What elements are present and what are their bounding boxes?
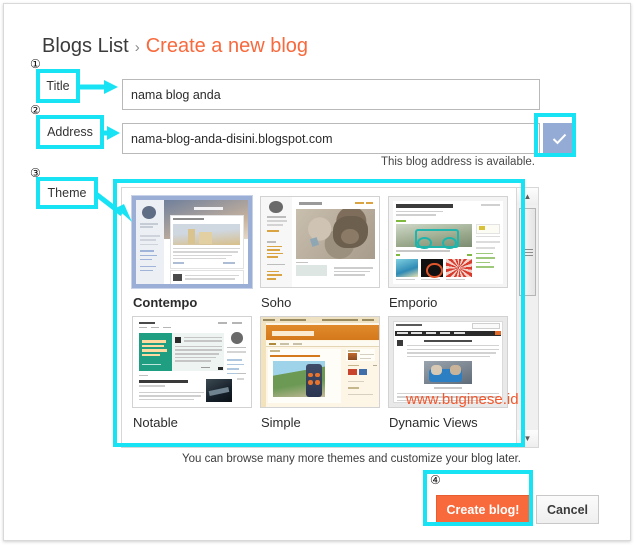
breadcrumb-separator-icon: › [134, 39, 140, 56]
annotation-label-theme: Theme [36, 177, 98, 209]
theme-name: Dynamic Views [389, 415, 478, 430]
theme-card-soho[interactable]: Soho [260, 196, 388, 310]
theme-grid: Contempo Soho Emporio Notable Simple Dyn… [122, 188, 516, 447]
title-input[interactable] [122, 79, 540, 110]
theme-thumbnail-notable[interactable] [132, 316, 252, 408]
address-input[interactable] [122, 123, 540, 154]
annotation-label-title: Title [36, 69, 80, 103]
cancel-button[interactable]: Cancel [536, 495, 599, 524]
theme-name: Soho [261, 295, 292, 310]
breadcrumb: Blogs List › Create a new blog [42, 35, 308, 58]
theme-card-contempo[interactable]: Contempo [132, 196, 260, 310]
annotation-number-4: ④ [430, 473, 441, 487]
theme-name: Emporio [389, 295, 438, 310]
theme-gallery-scrollbar[interactable]: ▲ ▼ [516, 188, 538, 447]
theme-name: Notable [133, 415, 178, 430]
theme-gallery: Contempo Soho Emporio Notable Simple Dyn… [121, 187, 539, 448]
theme-card-dynamic-views[interactable]: Dynamic Views [388, 316, 516, 430]
theme-gallery-note: You can browse many more themes and cust… [182, 453, 522, 465]
theme-thumbnail-contempo[interactable] [132, 196, 252, 288]
theme-card-notable[interactable]: Notable [132, 316, 260, 430]
scrollbar-grip-icon [524, 249, 533, 256]
scrollbar-thumb[interactable] [519, 208, 536, 296]
annotation-arrow-address [103, 126, 120, 140]
theme-thumbnail-soho[interactable] [260, 196, 380, 288]
scroll-up-arrow-icon[interactable]: ▲ [517, 188, 538, 205]
create-blog-button[interactable]: Create blog! [436, 495, 530, 524]
close-icon[interactable]: close-icon [598, 14, 620, 36]
annotation-label-address: Address [36, 115, 104, 149]
theme-thumbnail-simple[interactable] [260, 316, 380, 408]
address-available-check-icon[interactable] [543, 123, 575, 154]
theme-name: Contempo [133, 295, 198, 310]
annotation-arrow-theme [94, 192, 132, 222]
annotation-arrow-title [80, 80, 118, 94]
breadcrumb-blogs-list[interactable]: Blogs List [42, 35, 129, 57]
annotation-label-text: Address [47, 125, 93, 139]
scroll-down-arrow-icon[interactable]: ▼ [517, 430, 538, 447]
theme-name: Simple [261, 415, 301, 430]
theme-thumbnail-emporio[interactable] [388, 196, 508, 288]
address-availability-note: This blog address is available. [380, 156, 535, 168]
watermark: www.buginese.id [406, 391, 519, 408]
theme-card-simple[interactable]: Simple [260, 316, 388, 430]
annotation-label-text: Theme [47, 186, 87, 200]
annotation-label-text: Title [46, 79, 70, 93]
theme-card-emporio[interactable]: Emporio [388, 196, 516, 310]
breadcrumb-current: Create a new blog [145, 35, 309, 57]
